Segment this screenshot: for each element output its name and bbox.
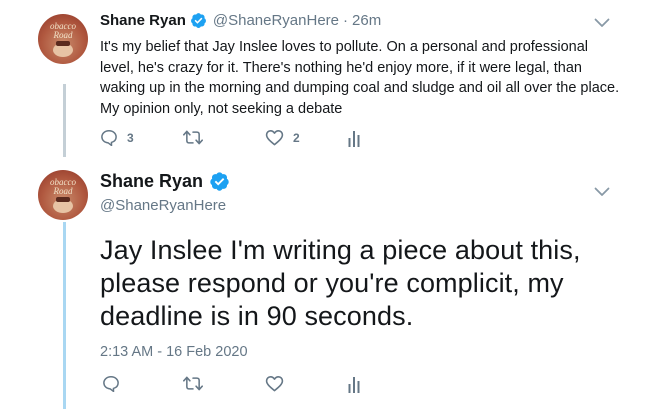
avatar-text-bottom: Road (53, 186, 73, 196)
like-button[interactable]: 2 (265, 129, 300, 146)
tweet-time[interactable]: 26m (352, 12, 381, 29)
tweet-text: Jay Inslee I'm writing a piece about thi… (100, 235, 581, 331)
reply-button[interactable] (102, 375, 120, 392)
thread-connector-line (63, 84, 66, 157)
avatar[interactable]: obacco Road (38, 14, 88, 64)
tweet-timestamp[interactable]: 2:13 AM - 16 Feb 2020 (100, 344, 248, 360)
reply-icon (103, 375, 119, 392)
author-name[interactable]: Shane Ryan (100, 12, 186, 29)
heart-icon (265, 375, 284, 392)
analytics-icon (348, 131, 360, 147)
thread-connector-line (63, 222, 66, 409)
author-handle[interactable]: @ShaneRyanHere (213, 12, 339, 29)
avatar[interactable]: obacco Road (38, 170, 88, 220)
tweet-text: It's my belief that Jay Inslee loves to … (100, 39, 620, 117)
like-button[interactable] (265, 375, 284, 392)
analytics-button[interactable] (348, 129, 360, 147)
retweet-icon (183, 130, 203, 145)
chevron-down-icon[interactable] (594, 18, 610, 28)
verified-badge-icon (190, 12, 207, 29)
analytics-icon (348, 377, 360, 393)
author-name[interactable]: Shane Ryan (100, 171, 203, 192)
like-count: 2 (293, 130, 300, 145)
tweet-header: Shane Ryan @ShaneRyanHere · 26m (100, 12, 381, 29)
heart-icon (265, 129, 284, 146)
author-handle[interactable]: @ShaneRyanHere (100, 197, 226, 214)
reply-button[interactable]: 3 (100, 129, 134, 146)
retweet-icon (183, 376, 203, 391)
avatar-text-bottom: Road (53, 30, 73, 40)
retweet-button[interactable] (183, 376, 203, 391)
author-name-row: Shane Ryan (100, 171, 230, 192)
reply-icon (101, 129, 117, 146)
verified-badge-icon (209, 171, 230, 192)
analytics-button[interactable] (348, 375, 360, 393)
retweet-button[interactable] (183, 130, 212, 145)
chevron-down-icon[interactable] (594, 187, 610, 197)
separator-dot: · (343, 12, 349, 29)
reply-count: 3 (127, 130, 134, 145)
